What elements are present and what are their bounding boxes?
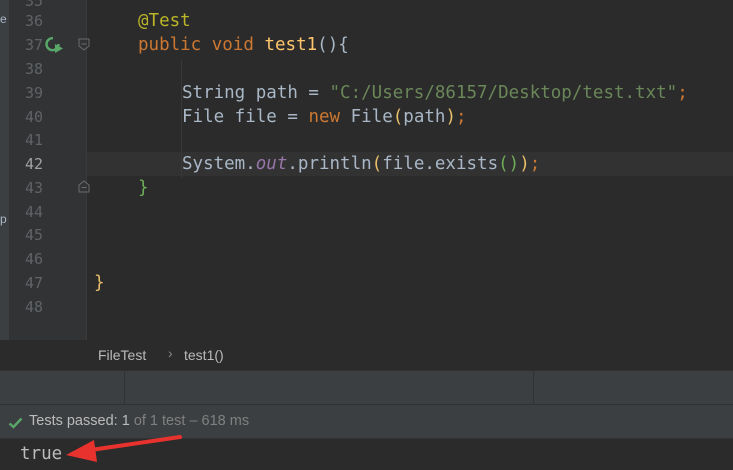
method-call-token: file.exists <box>382 154 499 174</box>
brace-token: } <box>138 178 149 198</box>
run-test-icon[interactable] <box>44 35 64 53</box>
code-line-file-declaration[interactable]: File file = new File(path); <box>182 105 467 129</box>
line-number: 44 <box>24 203 43 221</box>
paren-token: () <box>498 154 520 174</box>
arrow-annotation <box>66 435 182 462</box>
identifier-token: System. <box>182 154 256 174</box>
run-tool-strip <box>0 370 733 405</box>
panel-edge-char: e <box>0 12 7 26</box>
method-call-token: .println <box>287 154 372 174</box>
divider <box>533 371 534 405</box>
line-number: 43 <box>24 179 43 197</box>
string-literal-token: "C:/Users/86157/Desktop/test.txt" <box>329 83 678 103</box>
line-number: 48 <box>24 298 43 316</box>
paren-token: () <box>317 35 339 55</box>
test-duration: 618 ms <box>201 413 250 429</box>
check-icon <box>8 417 23 429</box>
brace-token: { <box>338 35 349 55</box>
line-number: 46 <box>24 250 43 268</box>
annotation-token: @Test <box>138 11 191 31</box>
method-name-token: test1 <box>264 35 318 55</box>
declaration-token: File file = <box>182 107 309 127</box>
line-number-current: 42 <box>24 155 43 173</box>
breadcrumb: FileTest › test1() <box>0 340 733 370</box>
declaration-token: String path = <box>182 83 330 103</box>
passed-count: 1 <box>121 413 130 429</box>
paren-token: ) <box>519 154 530 174</box>
fold-icon[interactable] <box>78 38 90 51</box>
line-number: 39 <box>24 84 43 102</box>
class-name-token: File <box>340 107 393 127</box>
keyword-token: new <box>308 107 341 127</box>
code-line-method-signature[interactable]: public void test1(){ <box>138 33 349 57</box>
test-summary: Tests passed: 1 of 1 test – 618 ms <box>29 413 249 429</box>
paren-token: ) <box>445 107 456 127</box>
semicolon-token: ; <box>677 83 688 103</box>
code-line-annotation[interactable]: @Test <box>138 9 191 33</box>
test-status-bar: Tests passed: 1 of 1 test – 618 ms <box>0 404 733 438</box>
total-count: of 1 test <box>133 413 186 429</box>
console-output-text: true <box>20 444 63 464</box>
breadcrumb-class[interactable]: FileTest <box>98 347 146 363</box>
chevron-right-icon: › <box>168 345 173 361</box>
line-number: 38 <box>24 60 43 78</box>
fold-icon[interactable] <box>78 180 90 193</box>
code-editor[interactable]: e p 35 36 37 38 39 40 41 42 43 44 45 46 … <box>0 0 733 340</box>
keyword-token: void <box>211 35 254 55</box>
line-number: 45 <box>24 226 43 244</box>
line-number: 40 <box>24 108 43 126</box>
breadcrumb-method[interactable]: test1() <box>184 347 224 363</box>
code-line-method-close[interactable]: } <box>138 176 149 200</box>
line-number: 47 <box>24 274 43 292</box>
keyword-token: public <box>138 35 202 55</box>
separator-dash: – <box>189 413 198 429</box>
panel-edge-char: p <box>0 212 7 226</box>
static-field-token: out <box>255 154 288 174</box>
project-panel-edge[interactable]: e p <box>0 0 9 340</box>
argument-token: path <box>403 107 446 127</box>
line-number: 37 <box>24 36 43 54</box>
paren-token: ( <box>371 154 383 174</box>
line-number: 36 <box>24 12 43 30</box>
code-line-path-declaration[interactable]: String path = "C:/Users/86157/Desktop/te… <box>182 81 688 105</box>
semicolon-token: ; <box>455 107 467 127</box>
line-number: 41 <box>24 131 43 149</box>
code-line-println[interactable]: System.out.println(file.exists()); <box>182 152 540 176</box>
paren-token: ( <box>392 107 404 127</box>
semicolon-token: ; <box>529 154 541 174</box>
brace-token: } <box>94 273 105 293</box>
tests-passed-label: Tests passed: <box>29 413 118 429</box>
code-line-class-close[interactable]: } <box>94 271 105 295</box>
divider <box>124 371 125 405</box>
